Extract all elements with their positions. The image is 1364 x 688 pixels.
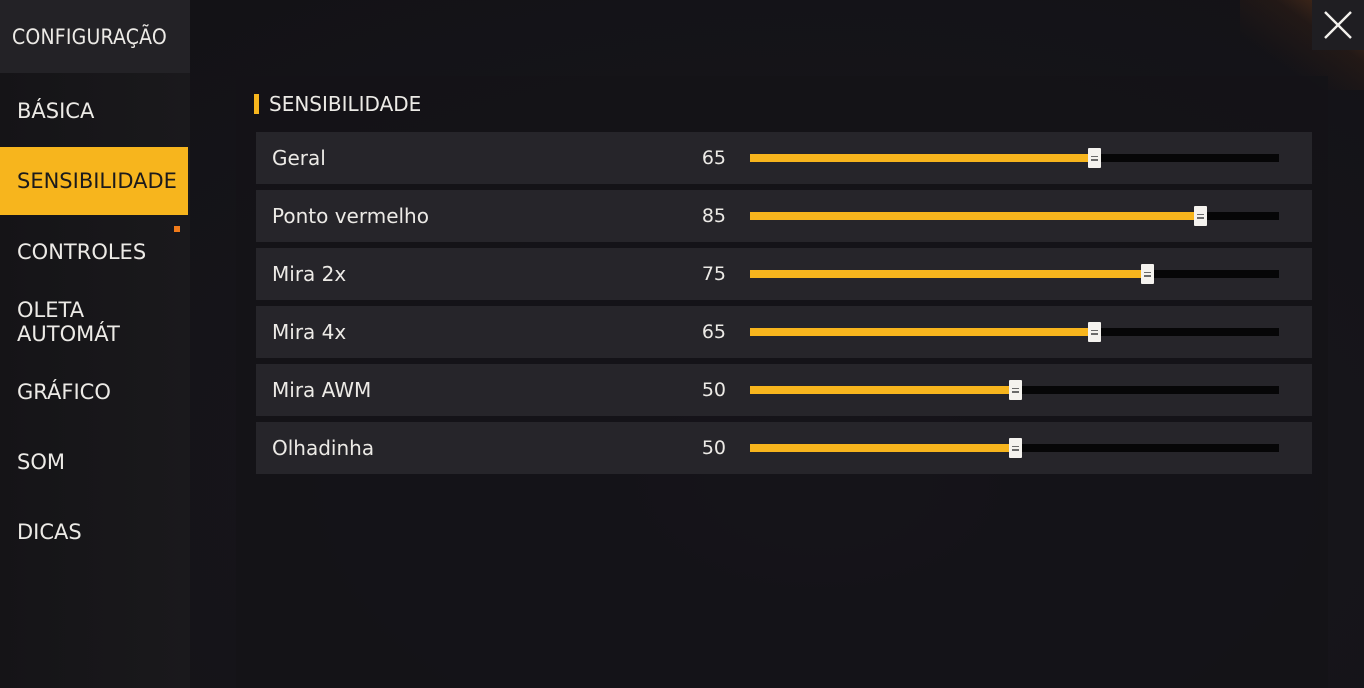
sidebar-item-sensibilidade[interactable]: SENSIBILIDADE bbox=[0, 147, 188, 215]
slider-value: 50 bbox=[701, 379, 726, 401]
slider-value: 75 bbox=[701, 263, 726, 285]
settings-title: CONFIGURAÇÃO bbox=[0, 0, 190, 73]
slider-fill bbox=[750, 328, 1094, 336]
slider-fill bbox=[750, 154, 1094, 162]
slider-label: Geral bbox=[272, 146, 326, 170]
slider-value: 65 bbox=[701, 321, 726, 343]
slider-thumb[interactable] bbox=[1008, 380, 1022, 400]
slider-row-mira-2x: Mira 2x 75 bbox=[256, 248, 1312, 300]
sidebar-item-dicas[interactable]: DICAS bbox=[0, 498, 188, 566]
slider-track[interactable] bbox=[750, 438, 1279, 458]
sidebar-item-som[interactable]: SOM bbox=[0, 428, 188, 496]
slider-label: Mira 2x bbox=[272, 262, 347, 286]
slider-track[interactable] bbox=[750, 264, 1279, 284]
sidebar-item-grafico[interactable]: GRÁFICO bbox=[0, 358, 188, 426]
slider-thumb[interactable] bbox=[1087, 148, 1101, 168]
section-title: SENSIBILIDADE bbox=[269, 92, 422, 116]
slider-label: Olhadinha bbox=[272, 436, 375, 460]
section-header: SENSIBILIDADE bbox=[254, 90, 421, 118]
close-button[interactable] bbox=[1312, 0, 1364, 50]
slider-thumb[interactable] bbox=[1008, 438, 1022, 458]
slider-thumb[interactable] bbox=[1193, 206, 1207, 226]
slider-value: 65 bbox=[701, 147, 726, 169]
sidebar: CONFIGURAÇÃO BÁSICA SENSIBILIDADE CONTRO… bbox=[0, 0, 190, 688]
slider-label: Mira 4x bbox=[272, 320, 347, 344]
slider-row-olhadinha: Olhadinha 50 bbox=[256, 422, 1312, 474]
slider-label: Mira AWM bbox=[272, 378, 372, 402]
slider-track[interactable] bbox=[750, 206, 1279, 226]
slider-fill bbox=[750, 270, 1147, 278]
slider-fill bbox=[750, 386, 1015, 394]
sidebar-item-coleta-automatica[interactable]: OLETA AUTOMÁT bbox=[0, 288, 188, 356]
slider-value: 85 bbox=[701, 205, 726, 227]
slider-track[interactable] bbox=[750, 148, 1279, 168]
sidebar-item-basica[interactable]: BÁSICA bbox=[0, 77, 188, 145]
close-icon bbox=[1324, 11, 1352, 39]
sidebar-item-controles[interactable]: CONTROLES bbox=[0, 218, 188, 286]
slider-thumb[interactable] bbox=[1087, 322, 1101, 342]
slider-value: 50 bbox=[701, 437, 726, 459]
slider-row-mira-4x: Mira 4x 65 bbox=[256, 306, 1312, 358]
section-accent-bar bbox=[254, 94, 259, 114]
slider-row-geral: Geral 65 bbox=[256, 132, 1312, 184]
slider-label: Ponto vermelho bbox=[272, 204, 429, 228]
slider-fill bbox=[750, 212, 1200, 220]
slider-fill bbox=[750, 444, 1015, 452]
slider-row-mira-awm: Mira AWM 50 bbox=[256, 364, 1312, 416]
slider-track[interactable] bbox=[750, 380, 1279, 400]
slider-row-ponto-vermelho: Ponto vermelho 85 bbox=[256, 190, 1312, 242]
slider-thumb[interactable] bbox=[1140, 264, 1154, 284]
slider-track[interactable] bbox=[750, 322, 1279, 342]
